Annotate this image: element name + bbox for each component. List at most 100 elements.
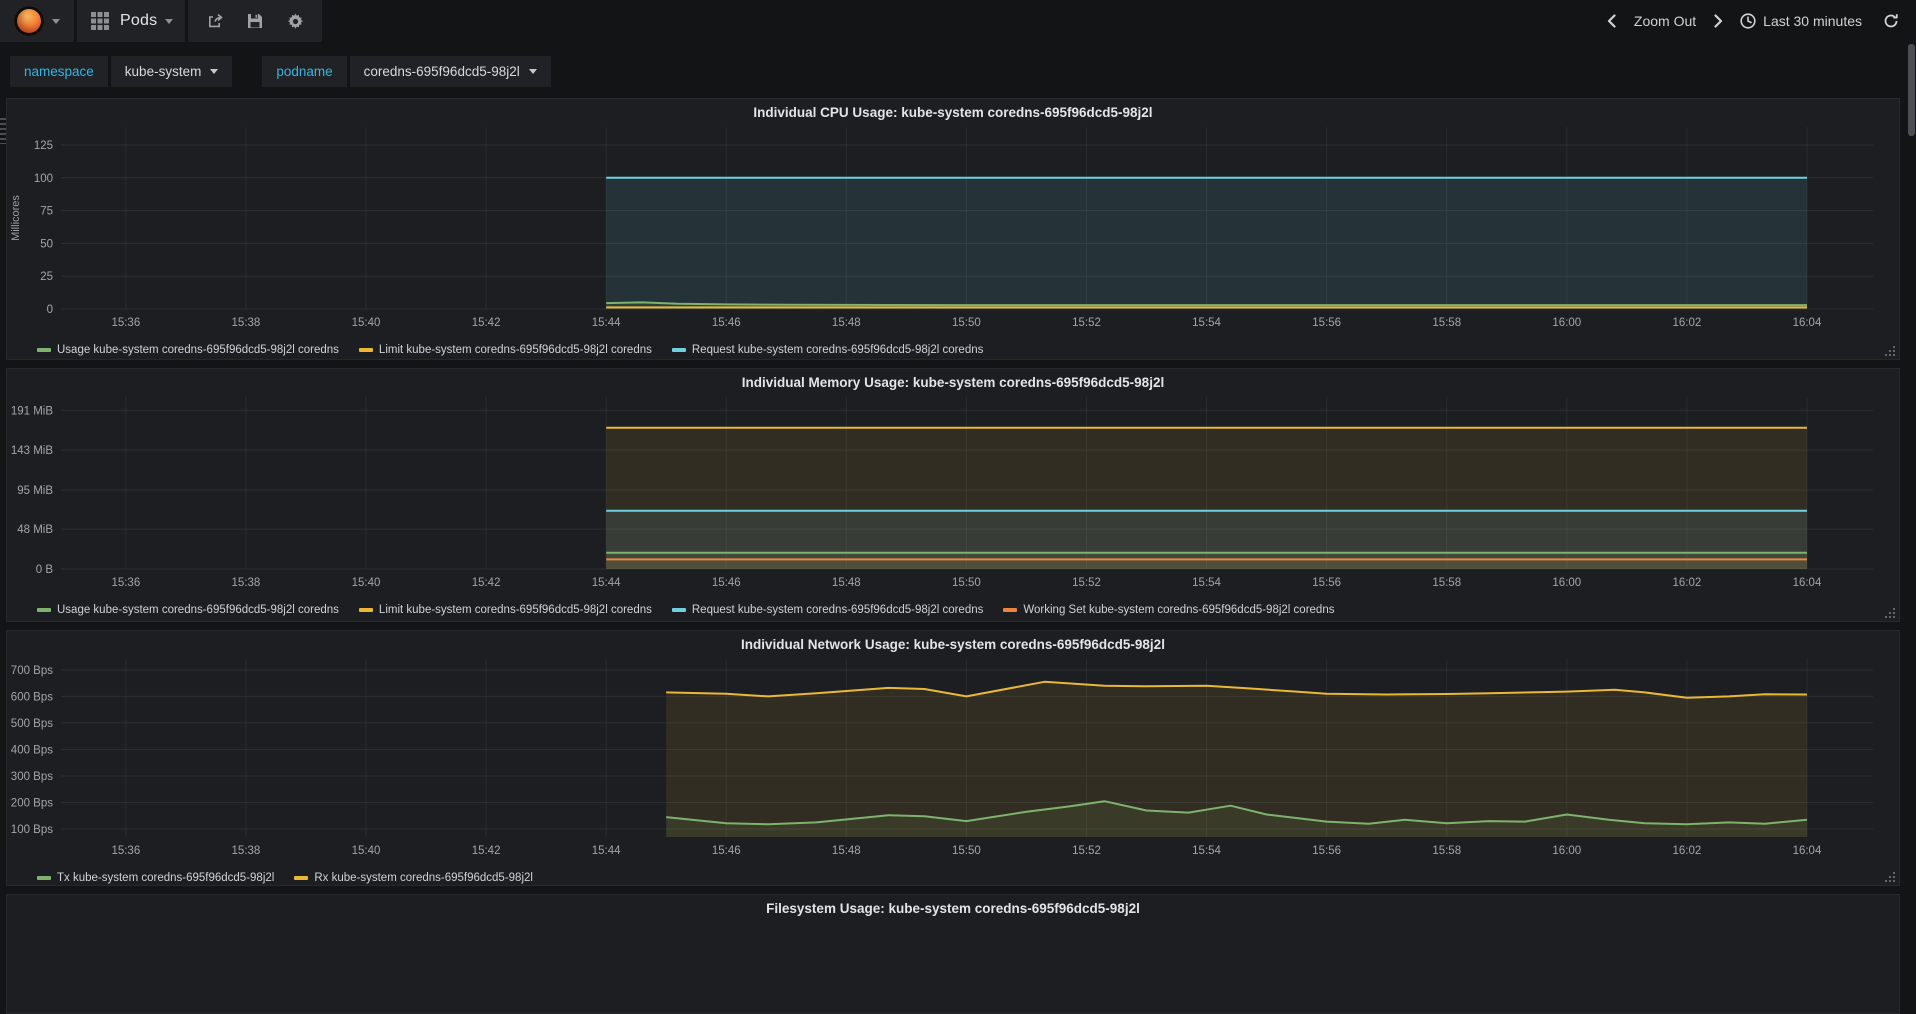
svg-text:15:40: 15:40 <box>352 845 381 857</box>
panel-title[interactable]: Individual CPU Usage: kube-system coredn… <box>7 99 1899 127</box>
variable-podname: podname coredns-695f96dcd5-98j2l <box>262 56 551 87</box>
svg-text:15:48: 15:48 <box>832 317 861 329</box>
settings-gear-icon[interactable] <box>280 0 310 42</box>
variable-podname-select[interactable]: coredns-695f96dcd5-98j2l <box>349 56 551 87</box>
save-icon[interactable] <box>240 0 270 42</box>
svg-text:15:58: 15:58 <box>1432 577 1461 589</box>
svg-text:15:36: 15:36 <box>111 577 140 589</box>
clock-icon <box>1740 13 1756 29</box>
svg-text:100: 100 <box>34 173 53 185</box>
svg-text:15:58: 15:58 <box>1432 317 1461 329</box>
svg-text:16:00: 16:00 <box>1552 845 1581 857</box>
panel-filesystem-usage: Filesystem Usage: kube-system coredns-69… <box>6 894 1900 1014</box>
svg-text:191 MiB: 191 MiB <box>11 405 54 417</box>
legend-series-label: Tx kube-system coredns-695f96dcd5-98j2l <box>57 872 275 884</box>
svg-text:125: 125 <box>34 140 53 152</box>
svg-text:16:02: 16:02 <box>1672 845 1701 857</box>
panel-title[interactable]: Individual Network Usage: kube-system co… <box>7 631 1899 659</box>
svg-text:15:54: 15:54 <box>1192 317 1221 329</box>
variable-namespace-label: namespace <box>10 56 108 87</box>
refresh-icon[interactable] <box>1876 0 1906 42</box>
chevron-left-icon[interactable] <box>1604 0 1620 42</box>
svg-text:15:52: 15:52 <box>1072 845 1101 857</box>
legend-series-color-dash <box>358 348 373 352</box>
svg-text:50: 50 <box>40 238 53 250</box>
svg-text:15:50: 15:50 <box>952 845 981 857</box>
legend-item[interactable]: Request kube-system coredns-695f96dcd5-9… <box>671 344 984 356</box>
legend-item[interactable]: Usage kube-system coredns-695f96dcd5-98j… <box>37 344 339 356</box>
svg-text:15:46: 15:46 <box>712 577 741 589</box>
legend-series-label: Request kube-system coredns-695f96dcd5-9… <box>691 344 984 356</box>
svg-text:15:50: 15:50 <box>952 317 981 329</box>
memory-chart-plot[interactable]: 0 B 48 MiB 95 MiB 143 MiB 191 MiB 15:36 15:38 1… <box>7 397 1899 600</box>
memory-chart-legend: Usage kube-system coredns-695f96dcd5-98j… <box>7 600 1899 620</box>
legend-item[interactable]: Rx kube-system coredns-695f96dcd5-98j2l <box>294 872 533 884</box>
chevron-right-icon[interactable] <box>1710 0 1726 42</box>
svg-text:15:56: 15:56 <box>1312 577 1341 589</box>
zoom-out-button[interactable]: Zoom Out <box>1634 13 1696 29</box>
svg-text:15:46: 15:46 <box>712 845 741 857</box>
legend-series-label: Usage kube-system coredns-695f96dcd5-98j… <box>57 604 339 616</box>
svg-text:500 Bps: 500 Bps <box>11 718 53 730</box>
svg-text:15:42: 15:42 <box>472 577 501 589</box>
panel-title[interactable]: Filesystem Usage: kube-system coredns-69… <box>7 895 1899 923</box>
caret-down-icon <box>210 69 219 74</box>
legend-item[interactable]: Limit kube-system coredns-695f96dcd5-98j… <box>358 604 652 616</box>
panel-memory-usage: Individual Memory Usage: kube-system cor… <box>6 368 1900 622</box>
legend-item[interactable]: Usage kube-system coredns-695f96dcd5-98j… <box>37 604 339 616</box>
share-icon[interactable] <box>200 0 230 42</box>
svg-text:25: 25 <box>40 271 53 283</box>
svg-text:15:42: 15:42 <box>472 845 501 857</box>
svg-text:15:44: 15:44 <box>592 317 621 329</box>
legend-item[interactable]: Request kube-system coredns-695f96dcd5-9… <box>671 604 983 616</box>
svg-text:15:44: 15:44 <box>592 577 621 589</box>
variable-namespace: namespace kube-system <box>10 56 233 87</box>
page-scrollbar <box>1908 44 1915 918</box>
legend-item[interactable]: Limit kube-system coredns-695f96dcd5-98j… <box>358 344 652 356</box>
svg-text:100 Bps: 100 Bps <box>11 824 53 836</box>
svg-text:48 MiB: 48 MiB <box>17 524 53 536</box>
navbar: Pods Zoom Out Last 30 minutes <box>0 0 1916 42</box>
svg-text:15:56: 15:56 <box>1312 845 1341 857</box>
svg-text:15:46: 15:46 <box>712 317 741 329</box>
network-chart-plot[interactable]: 100 Bps 200 Bps 300 Bps 400 Bps 500 Bps 600 B… <box>7 659 1899 868</box>
variable-podname-value: coredns-695f96dcd5-98j2l <box>363 64 520 79</box>
legend-series-color-dash <box>37 348 51 352</box>
legend-series-label: Limit kube-system coredns-695f96dcd5-98j… <box>378 604 652 616</box>
legend-series-color-dash <box>671 348 686 352</box>
dashboard-picker[interactable]: Pods <box>77 0 186 42</box>
variable-podname-label: podname <box>262 56 347 87</box>
caret-down-icon <box>52 18 60 24</box>
svg-text:15:52: 15:52 <box>1072 317 1101 329</box>
legend-item[interactable]: Working Set kube-system coredns-695f96dc… <box>1003 604 1334 616</box>
legend-item[interactable]: Tx kube-system coredns-695f96dcd5-98j2l <box>37 872 274 884</box>
scrollbar-thumb[interactable] <box>1908 44 1915 136</box>
dashboard-grid-icon <box>89 0 111 42</box>
svg-text:300 Bps: 300 Bps <box>11 771 53 783</box>
legend-series-color-dash <box>671 608 686 612</box>
svg-text:15:38: 15:38 <box>232 577 261 589</box>
legend-series-color-dash <box>1003 608 1018 612</box>
svg-text:15:40: 15:40 <box>352 317 381 329</box>
svg-text:75: 75 <box>40 206 53 218</box>
network-chart-legend: Tx kube-system coredns-695f96dcd5-98j2l R… <box>7 868 1899 888</box>
svg-text:Millicores: Millicores <box>10 195 22 241</box>
svg-text:16:04: 16:04 <box>1793 577 1822 589</box>
svg-text:0: 0 <box>47 304 53 316</box>
svg-text:16:00: 16:00 <box>1552 577 1581 589</box>
panel-resize-handle[interactable] <box>1885 345 1896 356</box>
svg-text:16:04: 16:04 <box>1793 317 1822 329</box>
time-range-picker[interactable]: Last 30 minutes <box>1740 13 1862 29</box>
legend-series-label: Usage kube-system coredns-695f96dcd5-98j… <box>57 344 339 356</box>
svg-text:16:02: 16:02 <box>1672 577 1701 589</box>
panel-title[interactable]: Individual Memory Usage: kube-system cor… <box>7 369 1899 397</box>
variable-namespace-value: kube-system <box>124 64 202 79</box>
panel-resize-handle[interactable] <box>1885 607 1896 618</box>
variable-namespace-select[interactable]: kube-system <box>110 56 233 87</box>
svg-text:15:56: 15:56 <box>1312 317 1341 329</box>
cpu-chart-plot[interactable]: 0 25 50 75 100 125 15:36 15:38 15:40 15:42 15:44 15… <box>7 127 1899 340</box>
grafana-menu-button[interactable] <box>0 0 74 42</box>
svg-text:15:58: 15:58 <box>1432 845 1461 857</box>
svg-text:700 Bps: 700 Bps <box>11 665 53 677</box>
panel-resize-handle[interactable] <box>1885 871 1896 882</box>
